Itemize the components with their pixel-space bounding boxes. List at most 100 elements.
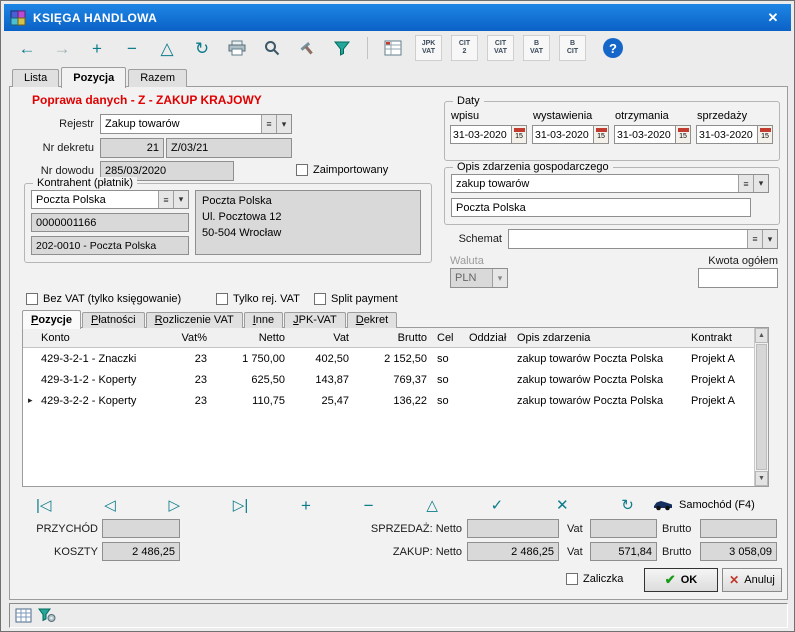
back-button[interactable]: ← — [14, 35, 40, 61]
cit-vat-button[interactable]: CIT VAT — [487, 35, 514, 61]
add-record-button[interactable]: + — [84, 35, 110, 61]
tab-pozycja[interactable]: Pozycja — [61, 67, 126, 88]
chevron-down-icon[interactable]: ▾ — [276, 115, 291, 133]
first-record-button[interactable]: |◁ — [36, 498, 51, 513]
col-konto[interactable]: Konto — [36, 330, 176, 346]
date-input[interactable]: 31-03-2020 — [696, 125, 758, 144]
calendar-icon[interactable]: 15 — [758, 125, 773, 144]
col-oddzial[interactable]: Oddział — [464, 330, 512, 346]
refresh-data-button[interactable]: ↻ — [621, 498, 634, 513]
next-record-button[interactable]: ▷ — [168, 498, 180, 513]
tab-lista[interactable]: Lista — [12, 69, 59, 87]
date-label: otrzymania — [615, 110, 692, 122]
bez-vat-checkbox[interactable]: Bez VAT (tylko księgowanie) — [26, 293, 181, 305]
col-vat[interactable]: Vat — [290, 330, 354, 346]
zaimportowany-checkbox[interactable]: Zaimportowany — [296, 164, 388, 176]
split-payment-checkbox[interactable]: Split payment — [314, 293, 398, 305]
help-icon[interactable]: ? — [603, 38, 623, 58]
col-opis[interactable]: Opis zdarzenia — [512, 330, 686, 346]
col-kontrakt[interactable]: Kontrakt — [686, 330, 754, 346]
list-icon[interactable]: ≡ — [747, 230, 762, 248]
address-line: Ul. Pocztowa 12 — [202, 210, 414, 226]
subtab-inne[interactable]: Inne — [244, 312, 283, 328]
cancel-edit-button[interactable]: ✕ — [556, 498, 569, 513]
b-cit-button[interactable]: B CIT — [559, 35, 586, 61]
opis-fieldset: Opis zdarzenia gospodarczego zakup towar… — [444, 167, 780, 225]
kwota-field[interactable] — [698, 268, 778, 288]
filter-settings-icon[interactable] — [38, 608, 56, 623]
forward-button[interactable]: → — [49, 35, 75, 61]
opis-legend: Opis zdarzenia gospodarczego — [453, 161, 613, 173]
date-input[interactable]: 31-03-2020 — [450, 125, 512, 144]
last-record-button[interactable]: ▷| — [233, 498, 248, 513]
refresh-button[interactable]: ↻ — [189, 35, 215, 61]
date-input[interactable]: 31-03-2020 — [614, 125, 676, 144]
scroll-down-icon[interactable]: ▼ — [755, 471, 768, 486]
scroll-up-icon[interactable]: ▲ — [755, 328, 768, 343]
calendar-icon[interactable]: 15 — [676, 125, 691, 144]
jpk-vat-button[interactable]: JPK VAT — [415, 35, 442, 61]
nr-dekretu-symbol-field[interactable]: Z/03/21 — [166, 138, 292, 158]
opis-field-2[interactable]: Poczta Polska — [451, 198, 751, 217]
ok-button[interactable]: ✔ OK — [644, 568, 718, 592]
samochod-button[interactable]: Samochód (F4) — [652, 498, 755, 511]
calendar-icon[interactable]: 15 — [594, 125, 609, 144]
col-brutto[interactable]: Brutto — [354, 330, 432, 346]
cell-netto: 1 750,00 — [212, 351, 290, 367]
registers-button[interactable] — [380, 35, 406, 61]
cit-2-button[interactable]: CIT 2 — [451, 35, 478, 61]
filter-button[interactable] — [329, 35, 355, 61]
record-navigator: |◁ ◁ ▷ ▷| + − △ ✓ ✕ ↻ — [36, 497, 634, 514]
table-row[interactable]: 429-3-1-2 - Koperty 23 625,50 143,87 769… — [23, 369, 754, 390]
b-vat-button[interactable]: B VAT — [523, 35, 550, 61]
list-icon[interactable]: ≡ — [738, 175, 753, 192]
cell-konto: 429-3-2-2 - Koperty — [36, 393, 176, 409]
list-icon[interactable]: ≡ — [158, 191, 173, 208]
schemat-combo[interactable]: ≡ ▾ — [508, 229, 778, 249]
kontrahent-account-field[interactable]: 202-0010 - Poczta Polska — [31, 236, 189, 255]
delete-row-button[interactable]: − — [364, 497, 374, 514]
print-button[interactable] — [224, 35, 250, 61]
calendar-icon[interactable]: 15 — [512, 125, 527, 144]
edit-record-button[interactable]: △ — [154, 35, 180, 61]
opis-combo[interactable]: zakup towarów ≡ ▾ — [451, 174, 769, 193]
subtab-dekret[interactable]: Dekret — [347, 312, 397, 328]
table-row[interactable]: 429-3-2-1 - Znaczki 23 1 750,00 402,50 2… — [23, 348, 754, 369]
col-netto[interactable]: Netto — [212, 330, 290, 346]
scrollbar-thumb[interactable] — [756, 344, 767, 470]
split-payment-label: Split payment — [331, 293, 398, 305]
table-icon[interactable] — [15, 608, 32, 623]
tab-razem[interactable]: Razem — [128, 69, 187, 87]
insert-row-button[interactable]: + — [301, 497, 311, 514]
chevron-down-icon[interactable]: ▾ — [762, 230, 777, 248]
edit-row-button[interactable]: △ — [426, 498, 438, 513]
col-vat-pct[interactable]: Vat% — [176, 330, 212, 346]
vertical-scrollbar[interactable]: ▲ ▼ — [754, 328, 768, 486]
chevron-down-icon[interactable]: ▾ — [753, 175, 768, 192]
rejestr-combo[interactable]: Zakup towarów ≡ ▾ — [100, 114, 292, 134]
anuluj-button[interactable]: ✕ Anuluj — [722, 568, 782, 592]
toolbar: ← → + − △ ↻ — [4, 31, 791, 65]
cell-vat-pct: 23 — [176, 351, 212, 367]
close-icon[interactable]: ✕ — [761, 10, 785, 26]
cell-netto: 625,50 — [212, 372, 290, 388]
tools-button[interactable] — [294, 35, 320, 61]
delete-record-button[interactable]: − — [119, 35, 145, 61]
nr-dekretu-field[interactable]: 21 — [100, 138, 164, 158]
subtab-rozliczenie-vat[interactable]: Rozliczenie VAT — [146, 312, 243, 328]
col-cel[interactable]: Cel — [432, 330, 464, 346]
kontrahent-nip-field[interactable]: 0000001166 — [31, 213, 189, 232]
subtab-pozycje[interactable]: Pozycje — [22, 310, 81, 329]
list-icon[interactable]: ≡ — [261, 115, 276, 133]
subtab-platnosci[interactable]: Płatności — [82, 312, 145, 328]
subtab-jpk-vat[interactable]: JPK-VAT — [284, 312, 346, 328]
zaliczka-checkbox[interactable]: Zaliczka — [566, 573, 623, 585]
prev-record-button[interactable]: ◁ — [104, 498, 116, 513]
table-row[interactable]: ▸ 429-3-2-2 - Koperty 23 110,75 25,47 13… — [23, 390, 754, 411]
chevron-down-icon[interactable]: ▾ — [173, 191, 188, 208]
tylko-rej-vat-checkbox[interactable]: Tylko rej. VAT — [216, 293, 300, 305]
post-edit-button[interactable]: ✓ — [491, 498, 504, 513]
kontrahent-combo[interactable]: Poczta Polska ≡ ▾ — [31, 190, 189, 209]
search-button[interactable] — [259, 35, 285, 61]
date-input[interactable]: 31-03-2020 — [532, 125, 594, 144]
